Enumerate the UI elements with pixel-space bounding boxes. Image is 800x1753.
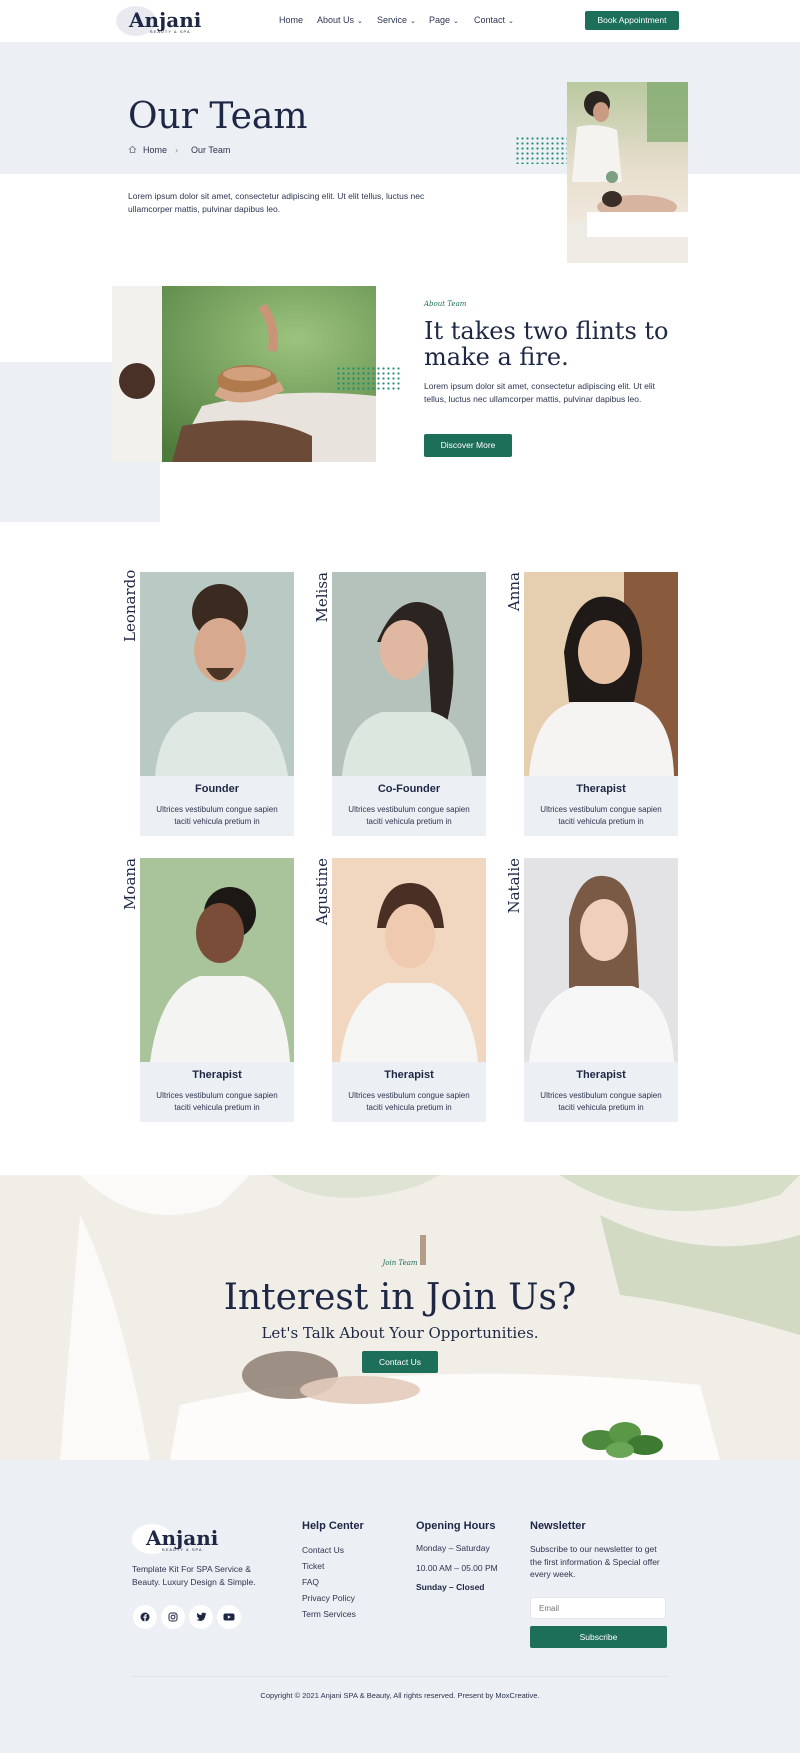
team-member-photo xyxy=(140,858,294,1062)
decorative-dots xyxy=(336,366,402,392)
team-member-name: Leonardo xyxy=(121,569,139,642)
team-member-role: Therapist xyxy=(576,783,626,795)
about-title: It takes two flints to make a fire. xyxy=(424,317,669,371)
footer-link-contact[interactable]: Contact Us xyxy=(302,1545,344,1555)
nav-home[interactable]: Home xyxy=(279,15,303,25)
opening-hours-heading: Opening Hours xyxy=(416,1520,496,1532)
chevron-down-icon: ⌄ xyxy=(410,18,416,25)
team-member-role: Co-Founder xyxy=(377,783,441,795)
opening-days: Monday – Saturday xyxy=(416,1543,490,1553)
site-footer xyxy=(0,1460,800,1753)
hero-description: Lorem ipsum dolor sit amet, consectetur … xyxy=(128,191,425,214)
breadcrumb xyxy=(128,145,137,155)
about-description: Lorem ipsum dolor sit amet, consectetur … xyxy=(424,381,656,404)
closed-day: Sunday – Closed xyxy=(416,1582,485,1592)
team-member-role: Founder xyxy=(195,783,239,795)
site-header: Anjani BEAUTY & SPA Home About Us ⌄ Servi… xyxy=(0,0,800,42)
footer-link-terms[interactable]: Term Services xyxy=(302,1609,356,1619)
nav-about-label: About Us xyxy=(317,15,355,25)
team-member-role: Therapist xyxy=(192,1069,242,1081)
team-member-text: Ultrices vestibulum congue sapien taciti… xyxy=(348,805,470,826)
nav-service-label: Service xyxy=(377,15,408,25)
team-member-name: Anna xyxy=(505,572,523,612)
discover-more-button[interactable]: Discover More xyxy=(424,434,512,457)
nav-contact-label: Contact xyxy=(474,15,506,25)
team-member-text: Ultrices vestibulum congue sapien taciti… xyxy=(156,1091,278,1112)
newsletter-heading: Newsletter xyxy=(530,1520,586,1532)
team-member-text: Ultrices vestibulum congue sapien taciti… xyxy=(540,1091,662,1112)
footer-tagline: Template Kit For SPA Service & Beauty. L… xyxy=(132,1564,256,1587)
hero-spa-photo xyxy=(567,82,688,263)
team-member-name: Natalie xyxy=(505,858,523,914)
nav-page-label: Page xyxy=(429,15,451,25)
youtube-icon[interactable] xyxy=(217,1605,241,1629)
team-member-text: Ultrices vestibulum congue sapien taciti… xyxy=(156,805,278,826)
footer-link-privacy[interactable]: Privacy Policy xyxy=(302,1593,355,1603)
logo-subtitle: BEAUTY & SPA xyxy=(150,29,191,34)
breadcrumb-home[interactable]: Home xyxy=(143,145,167,155)
team-member-text: Ultrices vestibulum congue sapien taciti… xyxy=(540,805,662,826)
team-member-photo xyxy=(332,858,486,1062)
footer-logo-subtitle: BEAUTY & SPA xyxy=(162,1547,203,1552)
twitter-icon[interactable] xyxy=(189,1605,213,1629)
team-card-info: Therapist Ultrices vestibulum congue sap… xyxy=(140,1062,294,1122)
team-member-photo xyxy=(140,572,294,776)
chevron-down-icon: ⌄ xyxy=(357,18,363,25)
team-member-name: Melisa xyxy=(313,572,331,623)
team-member-role: Therapist xyxy=(576,1069,626,1081)
instagram-icon[interactable] xyxy=(161,1605,185,1629)
nav-about[interactable]: About Us ⌄ xyxy=(317,15,363,25)
chevron-down-icon: ⌄ xyxy=(508,18,514,25)
footer-link-faq[interactable]: FAQ xyxy=(302,1577,319,1587)
nav-page[interactable]: Page ⌄ xyxy=(429,15,459,25)
page-title: Our Team xyxy=(128,96,308,137)
subscribe-button[interactable]: Subscribe xyxy=(530,1626,667,1648)
book-appointment-button[interactable]: Book Appointment xyxy=(585,11,679,30)
team-member-text: Ultrices vestibulum congue sapien taciti… xyxy=(348,1091,470,1112)
team-member-photo xyxy=(524,858,678,1062)
join-eyebrow: Join Team xyxy=(382,1259,418,1267)
home-icon xyxy=(128,145,137,154)
copyright: Copyright © 2021 Anjani SPA & Beauty, Al… xyxy=(260,1691,540,1700)
team-member-photo xyxy=(332,572,486,776)
team-card-info: Founder Ultrices vestibulum congue sapie… xyxy=(140,776,294,836)
nav-contact[interactable]: Contact ⌄ xyxy=(474,15,514,25)
contact-us-button[interactable]: Contact Us xyxy=(362,1351,438,1373)
newsletter-text: Subscribe to our newsletter to get the f… xyxy=(530,1544,660,1579)
about-eyebrow: About Team xyxy=(424,300,467,308)
breadcrumb-separator-icon: › xyxy=(175,145,178,155)
join-subtitle: Let's Talk About Your Opportunities. xyxy=(261,1324,539,1342)
team-member-name: Moana xyxy=(121,858,139,910)
join-title: Interest in Join Us? xyxy=(223,1277,577,1318)
team-member-role: Therapist xyxy=(384,1069,434,1081)
team-member-name: Agustine xyxy=(313,858,331,926)
leaf-decoration xyxy=(582,1422,663,1458)
nav-service[interactable]: Service ⌄ xyxy=(377,15,416,25)
team-card-info: Co-Founder Ultrices vestibulum congue sa… xyxy=(332,776,486,836)
chevron-down-icon: ⌄ xyxy=(453,18,459,25)
nav-home-label: Home xyxy=(279,15,304,25)
opening-time: 10.00 AM – 05.00 PM xyxy=(416,1563,498,1573)
footer-link-ticket[interactable]: Ticket xyxy=(302,1561,324,1571)
newsletter-email-input[interactable] xyxy=(530,1597,666,1619)
team-card-info: Therapist Ultrices vestibulum congue sap… xyxy=(524,1062,678,1122)
footer-divider xyxy=(132,1676,668,1677)
breadcrumb-current: Our Team xyxy=(191,145,231,155)
team-card-info: Therapist Ultrices vestibulum congue sap… xyxy=(524,776,678,836)
help-center-heading: Help Center xyxy=(302,1520,364,1532)
facebook-icon[interactable] xyxy=(133,1605,157,1629)
team-card-info: Therapist Ultrices vestibulum congue sap… xyxy=(332,1062,486,1122)
team-member-photo xyxy=(524,572,678,776)
